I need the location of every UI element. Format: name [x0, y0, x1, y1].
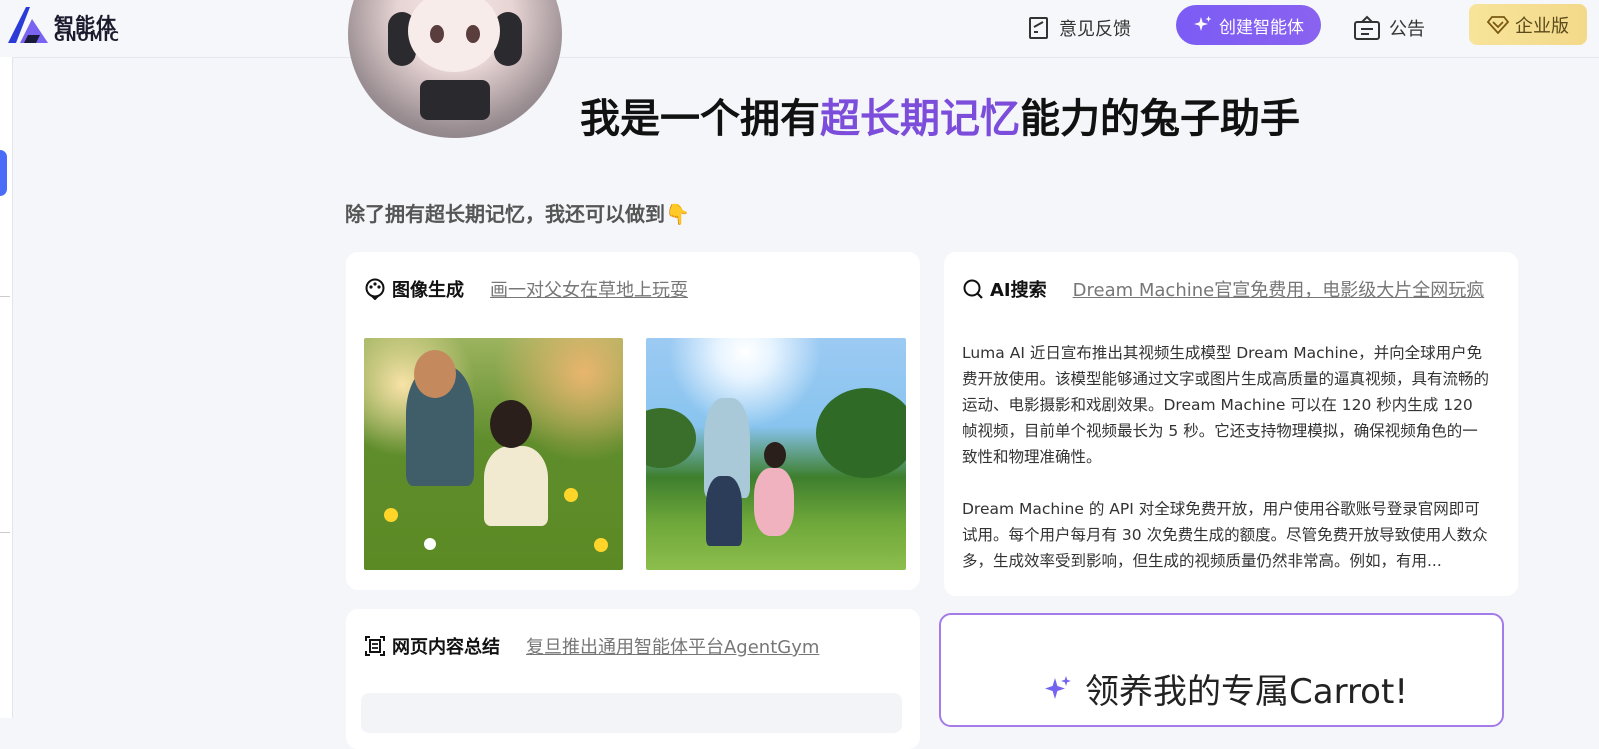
flower — [594, 538, 608, 552]
section-subtitle: 除了拥有超长期记忆，我还可以做到👇 — [345, 202, 690, 226]
logo-icon — [8, 7, 48, 43]
avatar-collar — [420, 80, 490, 120]
logo-text-en: GNOMIC — [54, 30, 120, 45]
web-summary-preview-box — [361, 693, 902, 733]
ai-search-paragraph-1: Luma AI 近日宣布推出其视频生成模型 Dream Machine，并向全球… — [962, 344, 1490, 466]
create-agent-button[interactable]: 创建智能体 — [1176, 5, 1321, 45]
scan-document-icon — [365, 636, 385, 656]
hero-title-prefix: 我是一个拥有 — [580, 96, 820, 142]
card-header: 图像生成 画一对父女在草地上玩耍 — [364, 276, 688, 302]
diamond-icon — [1487, 15, 1509, 34]
avatar-eye — [430, 25, 444, 43]
sidebar-divider — [0, 296, 10, 297]
sparkle-icon — [1194, 16, 1212, 31]
card-header: 网页内容总结 复旦推出通用智能体平台AgentGym — [364, 633, 819, 659]
sparkle-icon — [1045, 675, 1071, 699]
image-generation-example-link[interactable]: 画一对父女在草地上玩耍 — [490, 276, 688, 302]
image-generation-title: 图像生成 — [392, 280, 464, 301]
web-summary-title: 网页内容总结 — [392, 637, 500, 658]
father-head — [414, 350, 456, 398]
feedback-link[interactable]: 意见反馈 — [1027, 10, 1131, 46]
generated-image-1[interactable] — [364, 338, 623, 570]
hero-title: 我是一个拥有超长期记忆能力的兔子助手 — [580, 86, 1300, 144]
sidebar-active-tab[interactable] — [0, 150, 7, 196]
avatar-eye — [466, 25, 480, 43]
announcement-label: 公告 — [1389, 19, 1425, 40]
announcement-icon — [1354, 15, 1380, 40]
avatar-face — [408, 0, 500, 72]
ai-search-paragraph-2: Dream Machine 的 API 对全球免费开放，用户使用谷歌账号登录官网… — [962, 500, 1488, 570]
feedback-label: 意见反馈 — [1059, 19, 1131, 40]
tree — [816, 388, 906, 478]
ai-search-title: AI搜索 — [990, 280, 1047, 301]
generated-image-2[interactable] — [646, 338, 906, 570]
hero-title-suffix: 能力的兔子助手 — [1020, 96, 1300, 142]
logo[interactable]: 智能体 GNOMIC — [6, 5, 126, 45]
palette-icon — [365, 278, 385, 300]
bunny-avatar — [348, 0, 562, 138]
sidebar-divider — [0, 532, 10, 533]
feedback-icon — [1029, 17, 1048, 39]
image-generation-card: 图像生成 画一对父女在草地上玩耍 — [346, 252, 920, 590]
web-summary-example-link[interactable]: 复旦推出通用智能体平台AgentGym — [526, 633, 819, 659]
card-header: AI搜索 Dream Machine官宣免费用，电影级大片全网玩疯 — [962, 276, 1484, 302]
daughter-figure — [754, 468, 794, 536]
tree — [646, 408, 696, 468]
enterprise-label: 企业版 — [1515, 15, 1569, 37]
daughter-head — [764, 442, 786, 468]
hero-title-highlight: 超长期记忆 — [820, 96, 1020, 142]
adopt-carrot-title[interactable]: 领养我的专属Carrot! — [1043, 664, 1408, 713]
father-legs — [706, 476, 742, 546]
flower — [564, 488, 578, 502]
ai-search-example-link[interactable]: Dream Machine官宣免费用，电影级大片全网玩疯 — [1073, 276, 1485, 302]
top-bar: 智能体 GNOMIC 意见反馈 创建智能体 公告 企业版 — [0, 0, 1599, 58]
search-icon — [963, 279, 983, 299]
announcement-link[interactable]: 公告 — [1353, 10, 1425, 46]
adopt-carrot-label: 领养我的专属Carrot! — [1085, 672, 1408, 712]
daughter-figure — [484, 446, 548, 526]
create-agent-label: 创建智能体 — [1219, 17, 1304, 38]
daughter-head — [490, 400, 532, 448]
ai-search-card: AI搜索 Dream Machine官宣免费用，电影级大片全网玩疯 Luma A… — [944, 252, 1518, 596]
flower — [384, 508, 398, 522]
enterprise-button[interactable]: 企业版 — [1469, 4, 1587, 45]
flower — [424, 538, 436, 550]
